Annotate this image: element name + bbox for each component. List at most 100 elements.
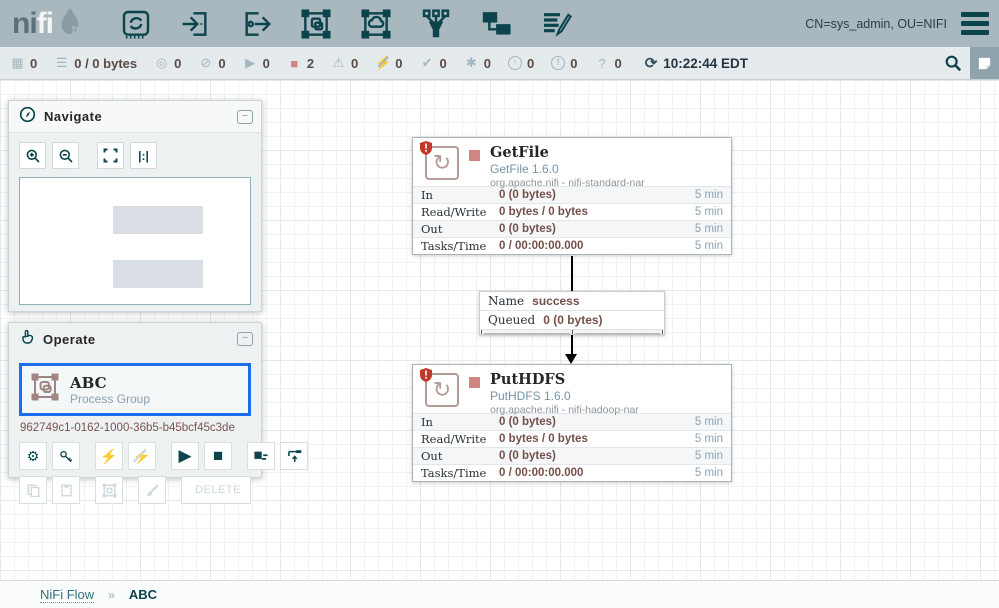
restricted-shield-icon [420,368,432,382]
navigate-tools: |:| [9,133,261,177]
delete-button[interactable]: DELETE [181,476,251,504]
breadcrumb-root-link[interactable]: NiFi Flow [40,587,94,603]
processor-puthdfs[interactable]: ↻ PutHDFS PutHDFS 1.6.0 org.apache.nifi … [412,364,732,482]
zoom-fit-button[interactable] [97,142,124,169]
invalid-icon: ⚠ [331,55,346,71]
selected-component-id: 962749c1-0162-1000-36b5-b45bcf45c3de [9,416,261,436]
configuration-button[interactable]: ⚙ [19,442,47,470]
processor-header: ↻ GetFile GetFile 1.6.0 org.apache.nifi … [413,138,731,186]
refresh-status[interactable]: ⟳ 10:22:44 EDT [645,54,748,72]
connection-label[interactable]: Name success Queued 0 (0 bytes) [479,291,665,335]
paste-icon [59,483,74,498]
remote-process-group-toolbar-icon[interactable] [359,7,393,41]
birdseye-minimap[interactable] [19,177,251,305]
group-button[interactable] [95,476,123,504]
upload-template-button[interactable] [280,442,308,470]
not-transmitting-icon: ⊘ [198,55,213,71]
disable-button[interactable]: ⚡ [128,442,156,470]
nifi-app: nifi [0,0,999,608]
template-toolbar-icon[interactable] [479,7,513,41]
stopped-status: ■2 [287,56,314,71]
up-to-date-status: ✔0 [420,55,447,71]
stop-icon: ■ [213,446,223,466]
disabled-status: ⚡0 [375,55,402,71]
hand-pointer-icon [19,329,35,349]
transmitting-icon: ◎ [154,55,169,71]
running-icon: ▶ [243,55,258,71]
lightning-slash-icon: ⚡ [133,448,150,465]
processor-toolbar-icon[interactable] [119,7,153,41]
color-button[interactable] [138,476,166,504]
flow-canvas[interactable]: Navigate − |:| [0,80,999,580]
locally-modified-icon: ✱ [464,55,479,71]
create-template-button[interactable] [247,442,275,470]
label-toolbar-icon[interactable] [539,7,573,41]
operate-panel-header: Operate − [9,323,261,355]
stat-row-taskstime: Tasks/Time0 / 00:00:00.0005 min [413,237,731,254]
stop-button[interactable]: ■ [204,442,232,470]
zoom-out-button[interactable] [52,142,79,169]
funnel-toolbar-icon[interactable] [419,7,453,41]
stat-row-taskstime: Tasks/Time0 / 00:00:00.0005 min [413,464,731,481]
transmitting-status: ◎0 [154,55,181,71]
start-button[interactable]: ▶ [171,442,199,470]
operate-panel-title: Operate [43,332,96,347]
connection-queued-row: Queued 0 (0 bytes) [480,311,664,329]
stat-row-out: Out0 (0 bytes)5 min [413,220,731,237]
processor-icon: ↻ [425,373,459,407]
restricted-shield-icon [420,141,432,155]
operate-buttons-row-2: DELETE [9,470,261,504]
navigate-panel: Navigate − |:| [8,100,262,312]
stale-status: ↑0 [508,56,534,71]
processor-name: GetFile [490,144,645,162]
processor-getfile[interactable]: ↻ GetFile GetFile 1.6.0 org.apache.nifi … [412,137,732,255]
group-icon [102,483,117,498]
active-threads-icon: ▦ [10,55,25,71]
last-refresh-time: 10:22:44 EDT [663,56,748,71]
locally-modified-stale-icon: ! [551,56,565,70]
bulletin-panel-toggle-button[interactable] [970,47,999,79]
logo-text-fi: fi [37,7,53,41]
refresh-icon[interactable]: ⟳ [645,54,658,72]
queued-status: ☰0 / 0 bytes [54,55,137,71]
paste-button[interactable] [52,476,80,504]
breadcrumb-current: ABC [129,587,157,602]
process-group-toolbar-icon[interactable] [299,7,333,41]
access-policies-button[interactable] [52,442,80,470]
up-to-date-icon: ✔ [420,55,435,71]
output-port-toolbar-icon[interactable] [239,7,273,41]
processor-name: PutHDFS [490,371,639,389]
processor-version: GetFile 1.6.0 [490,162,645,177]
zoom-in-button[interactable] [19,142,46,169]
locally-modified-stale-status: !0 [551,56,577,71]
not-transmitting-status: ⊘0 [198,55,225,71]
stat-row-readwrite: Read/Write0 bytes / 0 bytes5 min [413,430,731,447]
stopped-state-icon [469,150,480,161]
breadcrumb-separator: » [108,588,115,602]
input-port-toolbar-icon[interactable] [179,7,213,41]
invalid-status: ⚠0 [331,55,358,71]
global-menu-icon[interactable] [961,12,989,35]
logo-text-ni: ni [12,7,37,41]
minimap-component [113,260,203,288]
sync-failure-status: ?0 [594,56,621,71]
navigate-panel-title: Navigate [44,109,102,124]
copy-button[interactable] [19,476,47,504]
key-icon [59,449,74,464]
collapse-navigate-icon[interactable]: − [237,110,253,124]
zoom-actual-size-button[interactable]: |:| [130,142,157,169]
droplet-icon [57,6,83,41]
disabled-icon: ⚡ [375,55,390,71]
stat-row-readwrite: Read/Write0 bytes / 0 bytes5 min [413,203,731,220]
active-threads-status: ▦0 [10,55,37,71]
breadcrumb: NiFi Flow » ABC [0,580,999,608]
collapse-operate-icon[interactable]: − [237,332,253,346]
delete-button-label: DELETE [195,484,241,496]
process-group-icon [30,372,60,407]
stopped-icon: ■ [287,56,302,71]
search-button[interactable] [936,47,970,79]
enable-button[interactable]: ⚡ [95,442,123,470]
selected-component[interactable]: ABC Process Group [19,363,251,416]
current-user: CN=sys_admin, OU=NIFI [805,17,947,31]
processor-version: PutHDFS 1.6.0 [490,389,639,404]
